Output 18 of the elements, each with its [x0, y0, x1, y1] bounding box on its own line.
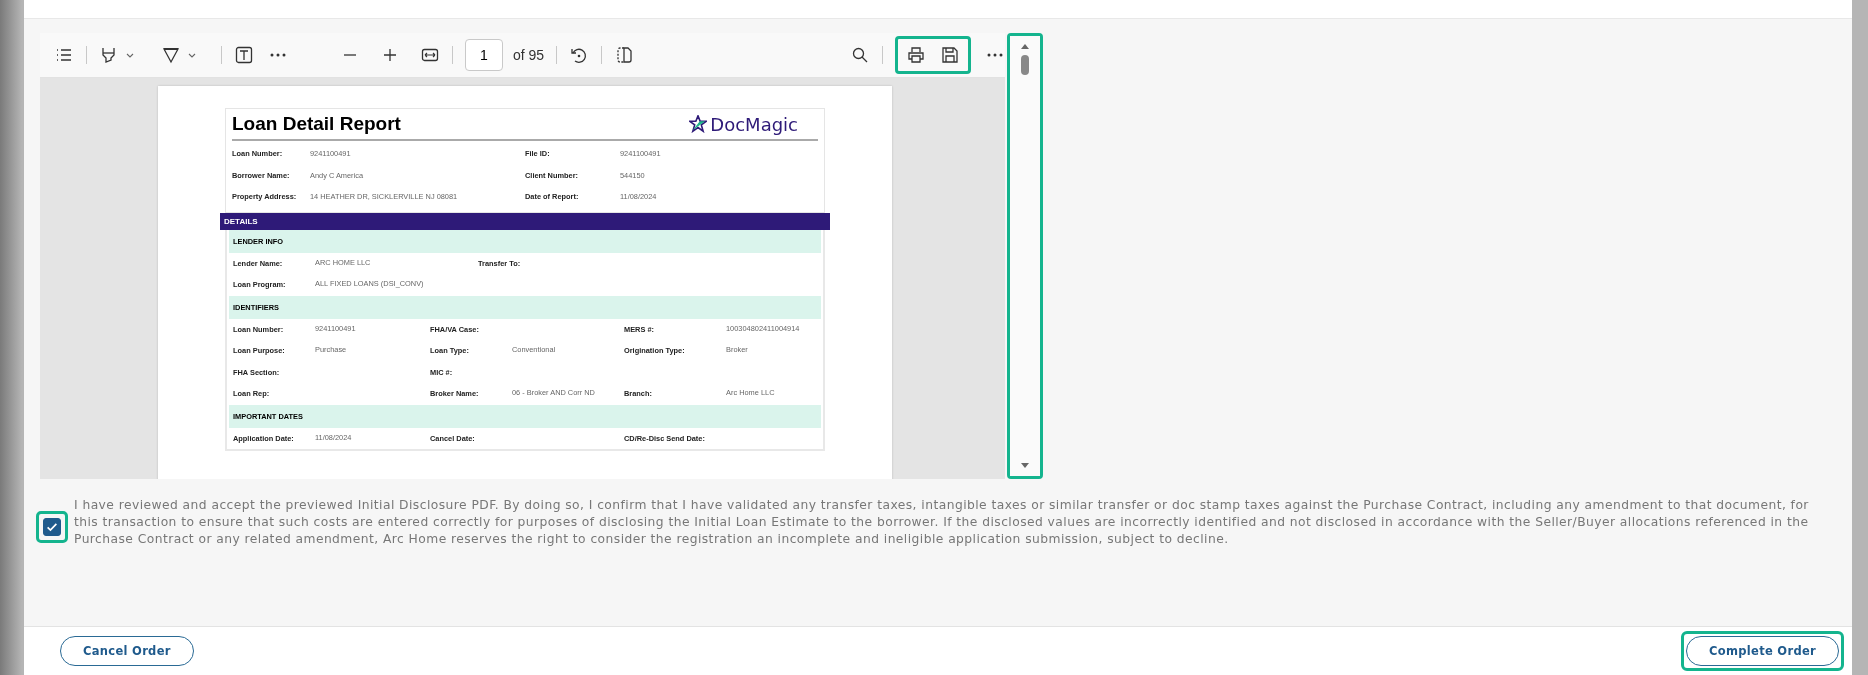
page-count: of 95 — [513, 47, 545, 63]
two-page-icon[interactable] — [614, 45, 635, 65]
print-icon[interactable] — [906, 45, 926, 65]
text-box-icon[interactable] — [234, 45, 254, 65]
save-icon[interactable] — [940, 45, 960, 65]
star-logo-icon — [689, 115, 708, 133]
page-number-field[interactable]: 1 — [465, 39, 503, 71]
scroll-down-icon[interactable] — [1020, 462, 1030, 470]
pen-icon[interactable] — [161, 45, 181, 65]
search-icon[interactable] — [850, 45, 870, 65]
scroll-up-icon[interactable] — [1020, 42, 1030, 50]
complete-button[interactable]: Complete Order — [1686, 636, 1839, 666]
checkbox[interactable] — [43, 518, 61, 536]
cancel-button[interactable]: Cancel Order — [60, 636, 194, 666]
scroll-thumb[interactable] — [1021, 55, 1029, 75]
agreement-text: I have reviewed and accept the previewed Initial Disclosure PDF. By doing so, I confirm that I have validated any transfer taxes, intangible taxes or similar transfer or doc stamp taxes against the Purchase Contract, including any amendment to that document, for this transaction to ensure that such costs are entered correctly for purposes of disclosing the Initial Loan Estimate to the borrower. If the disclosed values are incorrectly identified and not disclosed in accordance with the Seller/Buyer allocations referenced in the Purchase Contract or any related amendment, Arc Home reserves the right to consider the registration an incomplete and ineligible application submission, subject to decline. — [74, 497, 1810, 548]
report-title: Loan Detail Report — [232, 113, 401, 135]
logo-text: DocMagic — [710, 113, 798, 135]
